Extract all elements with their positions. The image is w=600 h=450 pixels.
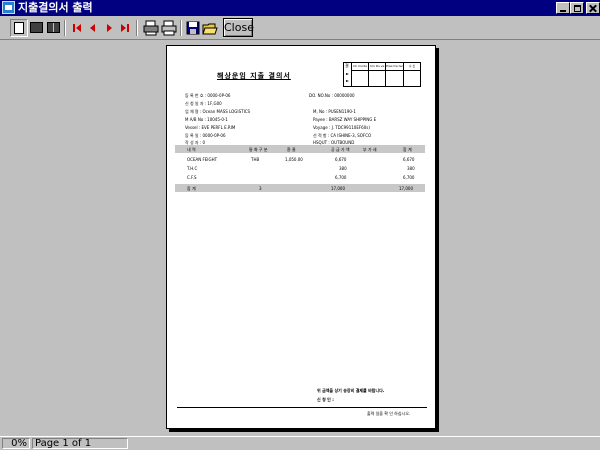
toolbar: Close [0, 16, 600, 40]
window-title: 지출결의서 출력 [18, 1, 93, 14]
table-header-cell: 공 급 가 액 [331, 147, 350, 152]
title-bar: 지출결의서 출력 [0, 0, 600, 16]
table-header [175, 145, 425, 153]
total-cell: 17,000 [399, 186, 413, 191]
printer-setup-button[interactable] [142, 19, 160, 37]
field-left: M A/B No : 10045-0-1 [185, 117, 228, 122]
table-header-cell: 부 가 세 [363, 147, 377, 152]
document-title: 해상운임 지출 결의서 [217, 72, 291, 80]
save-button[interactable] [184, 19, 202, 37]
approval-column: 수 신 [403, 63, 421, 86]
field-right: M, No : PUSEN1190-1 [313, 109, 356, 114]
footer-final: 출력 일을 확 인 하십시오. [367, 411, 411, 416]
table-cell: C.F.S [187, 175, 197, 180]
table-total-row [175, 184, 425, 192]
close-window-button[interactable] [586, 2, 600, 14]
field-left: 신 청 일 자 : 1F,G00 [185, 101, 222, 106]
approval-column: Ch Conte [352, 63, 370, 86]
print-button[interactable] [160, 19, 178, 37]
approval-box: 결 Ch Conte Cm Ds ve Pres tre ter 수 신 [343, 62, 421, 87]
field-right: Payee : BARSZ WAY SHIPPING E [313, 117, 377, 122]
save-icon [186, 21, 200, 35]
approval-header: Ch Conte [352, 63, 369, 71]
table-cell: T.H.C [187, 166, 198, 171]
approval-header: Pres tre ter [386, 63, 403, 71]
toolbar-separator [136, 20, 138, 36]
field-right: 선 적 항 : CA ISHINE-3, SOFCO [313, 133, 372, 138]
close-button[interactable]: Close [223, 18, 254, 37]
total-cell: 17,000 [331, 186, 345, 191]
table-cell: OCEAN FEIGHT [187, 157, 218, 162]
last-page-button[interactable] [116, 19, 134, 37]
approval-column: Cm Ds ve [369, 63, 387, 86]
multi-page-view-button[interactable] [45, 19, 63, 37]
restore-button[interactable] [570, 2, 584, 14]
table-header-cell: 환 율 [287, 147, 296, 152]
table-header-cell: 통 화 구 분 [249, 147, 268, 152]
table-header-cell: 내 역 [187, 147, 196, 152]
open-icon [202, 23, 218, 35]
two-page-view-button[interactable] [28, 19, 46, 37]
approval-side-label: 결 [345, 63, 349, 68]
table-cell: THB [251, 157, 260, 162]
field-left: 등 록 일 : 0000-0P-06 [185, 133, 226, 138]
approval-side: 결 [344, 63, 352, 86]
footer-notice: 위 금액을 상기 송장비 결제를 바랍니다. [317, 388, 385, 393]
toolbar-separator [64, 20, 66, 36]
table-cell: 6,700 [335, 175, 347, 180]
preview-area[interactable]: 해상운임 지출 결의서 결 Ch Conte Cm Ds ve Pres tre… [0, 41, 600, 435]
field-left: 등 록 번 호 : 0000-0P-06 [185, 93, 231, 98]
approval-column: Pres tre ter [386, 63, 404, 86]
minimize-button[interactable] [556, 2, 570, 14]
total-cell: 3 [259, 186, 262, 191]
table-cell: 6,700 [403, 175, 415, 180]
table-header-cell: 합 계 [403, 147, 412, 152]
toolbar-separator [180, 20, 182, 36]
table-cell: 1,050.00 [285, 157, 303, 162]
table-cell: 380 [339, 166, 347, 171]
field-right: DO. NO.No : 00000000 [309, 93, 355, 98]
table-cell: 6,670 [403, 157, 415, 162]
approval-marker-icon [346, 80, 349, 82]
progress-percent: 0% [2, 438, 30, 449]
print-icon [161, 20, 177, 36]
total-cell: 합 계 [187, 186, 196, 191]
one-page-view-button[interactable] [10, 19, 28, 37]
approval-header: Cm Ds ve [369, 63, 386, 71]
last-page-icon [121, 24, 129, 32]
printer-setup-icon [143, 20, 159, 36]
one-page-icon [14, 22, 24, 34]
two-page-icon [30, 22, 43, 33]
table-cell: 380 [407, 166, 415, 171]
open-button[interactable] [201, 19, 219, 37]
page-indicator: Page 1 of 1 [32, 438, 128, 449]
table-cell: 6,670 [335, 157, 347, 162]
field-left: Vessel : EVE PERFL E.RIM [185, 125, 236, 130]
field-right: Voyage : J. TDC99110EF60s) [313, 125, 370, 130]
status-bar: 0% Page 1 of 1 [0, 436, 600, 450]
approval-marker-icon [346, 73, 349, 75]
approval-header: 수 신 [403, 63, 421, 71]
report-page: 해상운임 지출 결의서 결 Ch Conte Cm Ds ve Pres tre… [166, 45, 436, 429]
field-left: 업 체 명 : Ocean MASS LOGISTICS [185, 109, 251, 114]
footer-sign: 신 청 인 : [317, 397, 334, 402]
app-icon[interactable] [2, 1, 15, 14]
multi-page-icon [47, 22, 60, 33]
footer-divider [177, 407, 427, 408]
